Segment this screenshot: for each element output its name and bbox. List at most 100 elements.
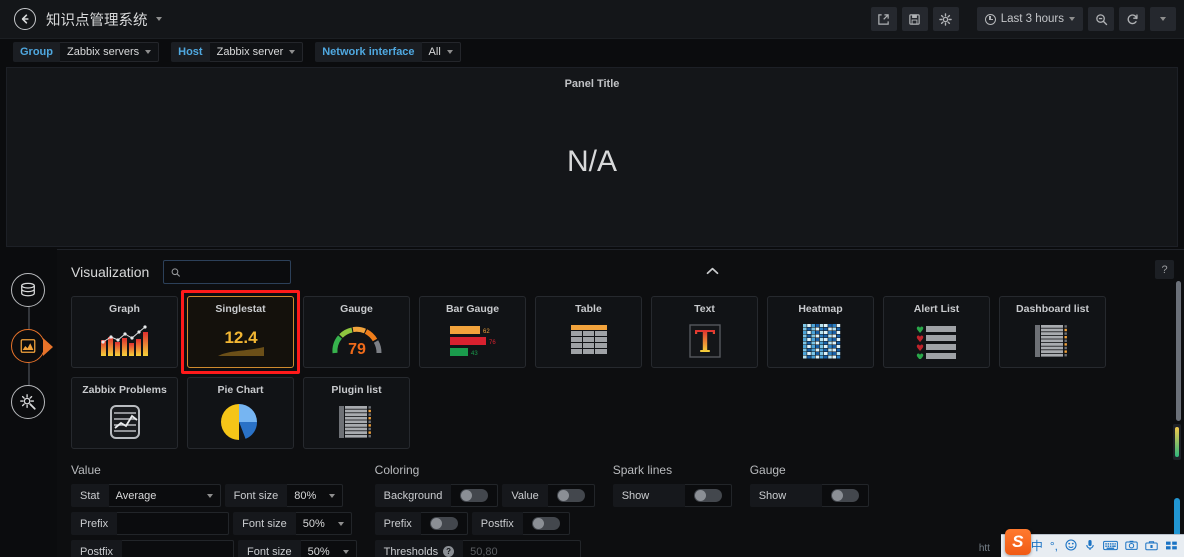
option-postfix-input[interactable] [122, 540, 235, 557]
variable-host-value[interactable]: Zabbix server [209, 41, 304, 62]
options-value-title: Value [71, 463, 101, 477]
chevron-down-icon [206, 493, 213, 498]
option-prefix-fontsize-select[interactable]: 50% [295, 512, 352, 535]
variable-network-interface-value[interactable]: All [421, 41, 461, 62]
visualization-search-box[interactable] [163, 260, 292, 284]
pie-chart-icon [188, 396, 293, 448]
option-stat[interactable]: Stat Average [71, 484, 221, 507]
variable-host-label: Host [171, 41, 210, 62]
viz-tile-pie-chart[interactable]: Pie Chart [187, 377, 294, 449]
option-stat-fontsize-select[interactable]: 80% [287, 484, 344, 507]
editor-scrollbar-thumb[interactable] [1176, 281, 1181, 421]
dashboard-title-chevron-down-icon[interactable] [155, 17, 162, 21]
option-thresholds-input[interactable]: 50,80 [463, 540, 582, 557]
option-prefix-input[interactable] [117, 512, 230, 535]
option-coloring-background[interactable]: Background [374, 484, 499, 507]
option-coloring-postfix-toggle[interactable] [522, 512, 570, 535]
search-minus-icon[interactable] [1088, 7, 1114, 31]
search-icon [171, 267, 181, 277]
option-prefix[interactable]: Prefix [71, 512, 230, 535]
dashboard-list-icon [1000, 315, 1105, 367]
option-thresholds[interactable]: Thresholds ? 50,80 [374, 540, 582, 557]
viz-tile-label: Graph [109, 303, 140, 315]
ime-settings-grid-icon[interactable] [1165, 540, 1178, 553]
options-gauge-title: Gauge [749, 463, 786, 477]
option-sparklines-show[interactable]: Show [612, 484, 732, 507]
viz-tile-zabbix-problems[interactable]: Zabbix Problems [71, 377, 178, 449]
chevron-down-icon [329, 493, 336, 498]
rail-item-visualization[interactable] [11, 329, 53, 363]
svg-text:62: 62 [483, 329, 490, 335]
viz-tile-label: Plugin list [331, 384, 382, 396]
option-postfix-fontsize-select[interactable]: 50% [300, 540, 357, 557]
viz-tile-text[interactable]: Text [651, 296, 758, 368]
viz-tile-table[interactable]: Table [535, 296, 642, 368]
editor-side-rail [0, 249, 57, 557]
option-gauge-show[interactable]: Show [749, 484, 869, 507]
ime-emoji-icon[interactable] [1065, 539, 1077, 553]
ime-keyboard-icon[interactable] [1103, 540, 1118, 553]
option-prefix-fontsize[interactable]: Font size 50% [233, 512, 352, 535]
visualization-icon [20, 339, 36, 353]
refresh-icon[interactable] [1119, 7, 1145, 31]
rail-item-general-settings[interactable] [11, 385, 45, 419]
option-coloring-postfix-label: Postfix [471, 512, 523, 535]
time-range-chevron-down-icon [1069, 17, 1075, 21]
secondary-scrollbar[interactable] [1173, 424, 1181, 460]
option-thresholds-label: Thresholds ? [374, 540, 464, 557]
question-mark-icon[interactable]: ? [443, 546, 455, 557]
sogou-logo-icon[interactable]: S [1004, 529, 1031, 555]
ime-voice-input-icon[interactable] [1084, 539, 1096, 553]
share-icon[interactable] [870, 7, 897, 31]
viz-tile-graph[interactable]: Graph [71, 296, 178, 368]
options-value-section: Value Stat Average Font size 80% Prefix … [71, 463, 375, 557]
refresh-interval-chevron-down-icon[interactable] [1150, 7, 1176, 31]
save-icon[interactable] [901, 7, 928, 31]
option-coloring-value-toggle[interactable] [547, 484, 595, 507]
variable-network-interface[interactable]: Network interface All [315, 41, 461, 62]
viz-tile-bar-gauge[interactable]: Bar Gauge 62 76 43 [419, 296, 526, 368]
dashboard-title[interactable]: 知识点管理系统 [46, 9, 148, 30]
time-range-picker[interactable]: Last 3 hours [976, 7, 1083, 31]
viz-tile-dashboard-list[interactable]: Dashboard list [999, 296, 1106, 368]
viz-tile-heatmap[interactable]: Heatmap [767, 296, 874, 368]
ime-toolbox-icon[interactable] [1145, 540, 1158, 553]
option-stat-select[interactable]: Average [108, 484, 221, 507]
svg-text:79: 79 [348, 341, 366, 358]
ime-punctuation-icon[interactable]: °, [1050, 540, 1058, 552]
option-postfix[interactable]: Postfix [71, 540, 235, 557]
option-sparklines-show-toggle[interactable] [684, 484, 732, 507]
option-postfix-fontsize[interactable]: Font size 50% [238, 540, 357, 557]
visualization-search-input[interactable] [186, 266, 284, 278]
singlestat-icon: 12.4 [188, 315, 293, 367]
viz-tile-singlestat[interactable]: Singlestat 12.4 [181, 290, 300, 374]
option-coloring-prefix-toggle[interactable] [420, 512, 468, 535]
variable-host[interactable]: Host Zabbix server [171, 41, 304, 62]
viz-tile-plugin-list[interactable]: Plugin list [303, 377, 410, 449]
viz-tile-alert-list[interactable]: Alert List ♥ ♥ ♥ ♥ [883, 296, 990, 368]
option-row-stat: Stat Average Font size 80% [71, 484, 357, 507]
chevron-up-icon[interactable] [706, 264, 719, 278]
ime-screenshot-icon[interactable] [1125, 540, 1138, 553]
rail-item-queries[interactable] [11, 273, 45, 307]
panel-title[interactable]: Panel Title [565, 78, 620, 90]
variable-group-chevron-down-icon [145, 49, 152, 54]
visualization-section-label: Visualization [71, 264, 150, 280]
option-coloring-value[interactable]: Value [502, 484, 595, 507]
time-controls: Last 3 hours [976, 7, 1176, 31]
option-gauge-show-toggle[interactable] [821, 484, 869, 507]
viz-tile-gauge[interactable]: Gauge 79 [303, 296, 410, 368]
ime-chinese-mode-icon[interactable]: 中 [1031, 540, 1043, 552]
option-coloring-prefix[interactable]: Prefix [374, 512, 468, 535]
rail-active-pointer [43, 338, 53, 356]
help-button[interactable]: ? [1155, 260, 1174, 279]
back-arrow-icon[interactable] [14, 8, 36, 30]
option-coloring-postfix[interactable]: Postfix [471, 512, 570, 535]
variable-group[interactable]: Group Zabbix servers [13, 41, 160, 62]
gear-icon[interactable] [932, 7, 959, 31]
panel-editor: Visualization ? Graph Singlestat 12.4 Ga… [57, 249, 1184, 557]
chevron-down-icon [342, 549, 349, 554]
option-stat-fontsize[interactable]: Font size 80% [224, 484, 344, 507]
option-coloring-background-toggle[interactable] [451, 484, 499, 507]
variable-group-value[interactable]: Zabbix servers [60, 41, 160, 62]
